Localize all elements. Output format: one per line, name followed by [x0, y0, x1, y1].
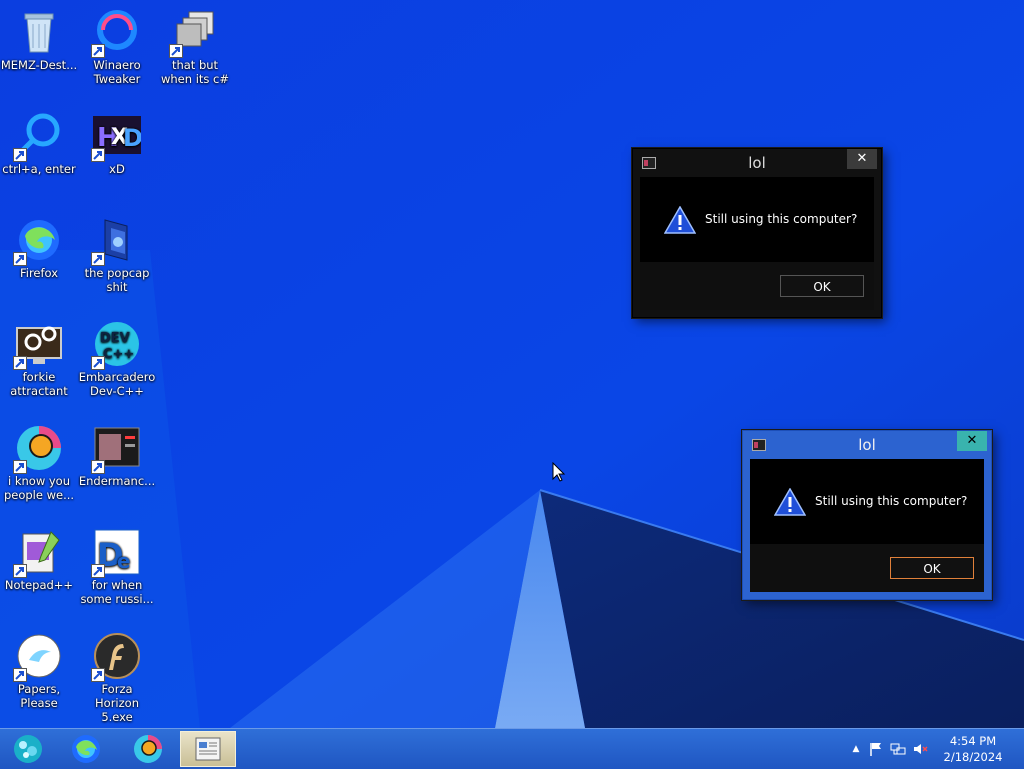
taskbar-clock[interactable]: 4:54 PM 2/18/2024 — [938, 733, 1008, 765]
dialog-title: lol — [748, 154, 766, 172]
dialog-client-area: Still using this computer? OK — [750, 459, 984, 592]
bubble-orb-icon — [14, 735, 42, 763]
endermanch-icon — [91, 424, 141, 474]
taskbar-button-start-orb[interactable] — [0, 731, 56, 767]
svg-text:C++: C++ — [103, 347, 134, 362]
warning-icon — [664, 206, 696, 234]
message-dialog-active[interactable]: lol ✕ Still using this computer? OK — [742, 430, 992, 600]
ok-button[interactable]: OK — [780, 275, 864, 297]
shortcut-arrow-icon — [169, 44, 183, 58]
devcpp-icon: DEV C++ — [91, 320, 141, 370]
winaero-tweaker-icon — [91, 8, 141, 58]
taskbar-button-firefox[interactable] — [58, 731, 114, 767]
svg-text:e: e — [117, 549, 131, 573]
shortcut-arrow-icon — [13, 668, 27, 682]
desktop-icon-papers-please[interactable]: Papers, Please — [0, 632, 78, 710]
dialog-titlebar[interactable]: lol ✕ — [743, 431, 991, 459]
search-ring-icon — [13, 112, 63, 162]
hxd-icon: HXD — [91, 112, 141, 162]
desktop-icon-forza[interactable]: Forza Horizon 5.exe — [78, 632, 156, 724]
popcap-folder-icon — [91, 216, 141, 266]
taskbar-button-app[interactable] — [120, 731, 176, 767]
stacked-windows-icon — [169, 8, 219, 58]
mouse-cursor-icon — [552, 462, 566, 482]
notepadpp-icon — [13, 528, 63, 578]
shortcut-arrow-icon — [13, 460, 27, 474]
system-tray: ▲ 4:54 PM 2/18/2024 — [844, 729, 1024, 769]
document-window-icon — [195, 737, 221, 761]
shortcut-arrow-icon — [91, 668, 105, 682]
message-dialog-inactive[interactable]: lol ✕ Still using this computer? OK — [632, 148, 882, 318]
clock-time: 4:54 PM — [949, 734, 997, 748]
ok-button[interactable]: OK — [890, 557, 974, 579]
taskbar-button-dialog-window[interactable] — [180, 731, 236, 767]
desktop-icon-xd[interactable]: HXD xD — [78, 112, 156, 176]
shortcut-arrow-icon — [91, 44, 105, 58]
svg-text:DEV: DEV — [100, 331, 130, 346]
shortcut-arrow-icon — [91, 252, 105, 266]
desktop-icon-forkie-attractant[interactable]: forkie attractant — [0, 320, 78, 398]
firefox-icon — [13, 216, 63, 266]
colorful-circle-icon — [134, 735, 162, 763]
action-center-flag-icon[interactable] — [868, 741, 884, 757]
desktop-icon-ctrl-a-enter[interactable]: ctrl+a, enter — [0, 112, 78, 176]
gear-monitor-icon — [13, 320, 63, 370]
shortcut-arrow-icon — [91, 460, 105, 474]
dialog-titlebar[interactable]: lol ✕ — [633, 149, 881, 177]
colorful-circle-icon — [13, 424, 63, 474]
desktop-icon-dev-cpp[interactable]: DEV C++ Embarcadero Dev-C++ — [78, 320, 156, 398]
firefox-icon — [72, 735, 100, 763]
papers-please-icon — [13, 632, 63, 682]
shortcut-arrow-icon — [13, 356, 27, 370]
dialog-title: lol — [858, 436, 876, 454]
desktop-icon-that-but-when[interactable]: that but when its c# — [156, 8, 234, 86]
warning-icon — [774, 488, 806, 516]
de-icon: De — [91, 528, 141, 578]
network-icon[interactable] — [890, 741, 906, 757]
flash-player-icon — [91, 632, 141, 682]
close-button[interactable]: ✕ — [847, 149, 877, 169]
desktop-icon-memz[interactable]: MEMZ-Dest... — [0, 8, 78, 72]
recycle-bin-icon — [15, 8, 63, 56]
show-hidden-icons-chevron-icon[interactable]: ▲ — [848, 741, 864, 757]
dialog-client-area: Still using this computer? OK — [640, 177, 874, 310]
desktop-icon-endermanch[interactable]: Endermanc... — [78, 424, 156, 488]
desktop-icon-i-know-you[interactable]: i know you people we... — [0, 424, 78, 502]
shortcut-arrow-icon — [91, 564, 105, 578]
taskbar: ▲ 4:54 PM 2/18/2024 — [0, 728, 1024, 769]
dialog-message: Still using this computer? — [705, 212, 858, 226]
shortcut-arrow-icon — [91, 356, 105, 370]
volume-muted-icon[interactable] — [912, 741, 928, 757]
close-button[interactable]: ✕ — [957, 431, 987, 451]
desktop-icon-for-when[interactable]: De for when some russi... — [78, 528, 156, 606]
desktop-icon-firefox[interactable]: Firefox — [0, 216, 78, 280]
desktop-icon-notepadpp[interactable]: Notepad++ — [0, 528, 78, 592]
desktop-icon-popcap[interactable]: the popcap shit — [78, 216, 156, 294]
dialog-message: Still using this computer? — [815, 494, 968, 508]
svg-text:D: D — [123, 124, 141, 152]
shortcut-arrow-icon — [91, 148, 105, 162]
shortcut-arrow-icon — [13, 564, 27, 578]
clock-date: 2/18/2024 — [943, 750, 1003, 764]
shortcut-arrow-icon — [13, 252, 27, 266]
shortcut-arrow-icon — [13, 148, 27, 162]
desktop-icon-winaero-tweaker[interactable]: Winaero Tweaker — [78, 8, 156, 86]
